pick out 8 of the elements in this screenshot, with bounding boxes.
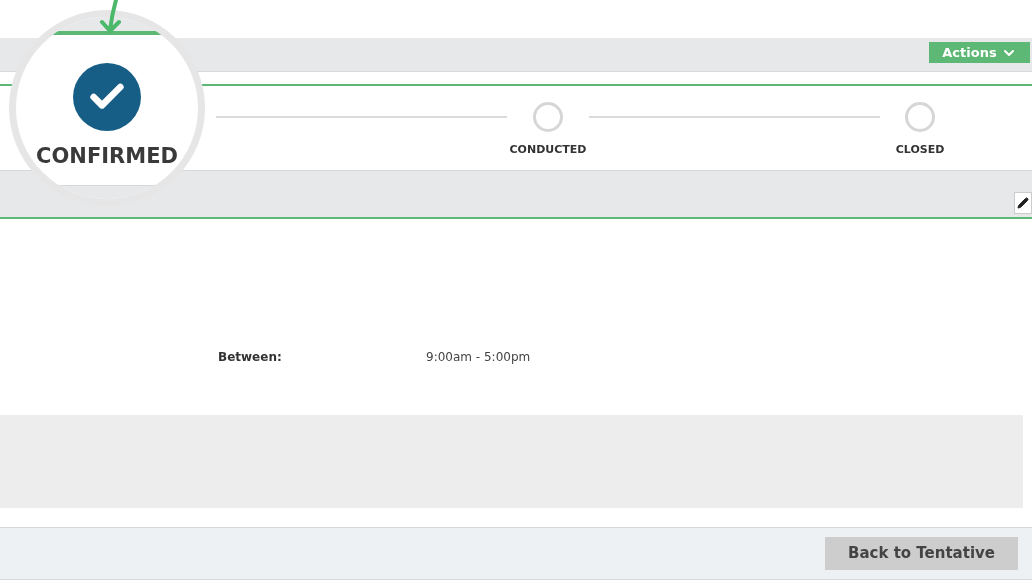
step-label: CLOSED [895, 142, 945, 158]
magnified-step-label: CONFIRMED [36, 143, 178, 170]
step-label: CONDUCTED [509, 142, 587, 158]
field-value: 9:00am - 5:00pm [426, 349, 531, 366]
pencil-icon [1017, 197, 1029, 209]
back-to-tentative-button[interactable]: Back to Tentative [825, 537, 1018, 570]
edit-button[interactable] [1014, 192, 1032, 214]
field-label: Between: [218, 349, 283, 366]
